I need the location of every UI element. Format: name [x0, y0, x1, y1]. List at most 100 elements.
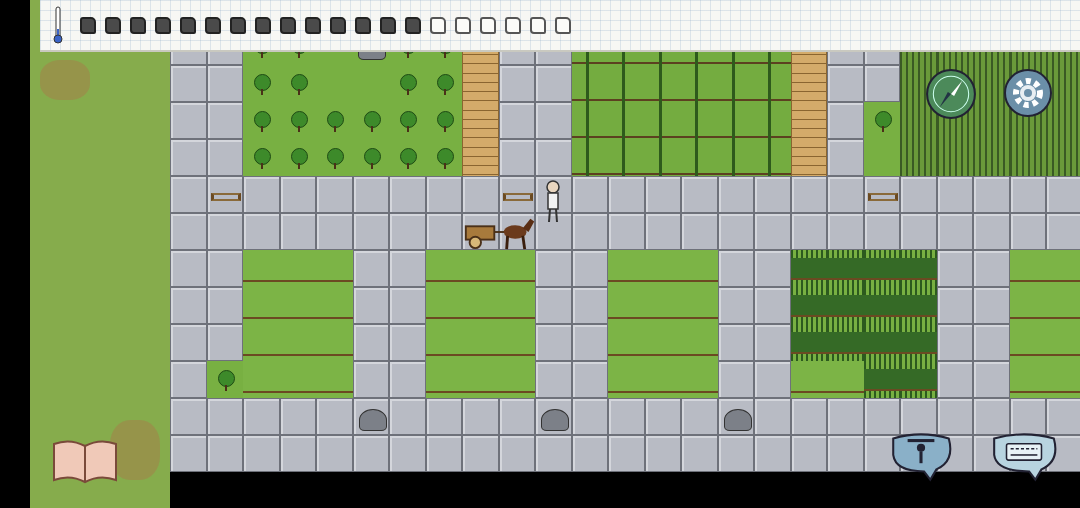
- stone-tile[interactable]: [973, 250, 1010, 287]
- wheat-tile[interactable]: [900, 139, 937, 176]
- brick-tile[interactable]: [791, 139, 828, 176]
- tilled-tile[interactable]: [499, 361, 536, 398]
- stone-tile[interactable]: [973, 398, 1010, 435]
- stone-tile[interactable]: [754, 176, 791, 213]
- stone-tile[interactable]: [572, 398, 609, 435]
- stone-tile[interactable]: [645, 176, 682, 213]
- stone-tile[interactable]: [243, 213, 280, 250]
- player-character-icon[interactable]: [541, 180, 565, 224]
- stone-tile[interactable]: [791, 398, 828, 435]
- stone-tile[interactable]: [170, 287, 207, 324]
- tilled-tile[interactable]: [645, 361, 682, 398]
- tilled-tile[interactable]: [499, 250, 536, 287]
- stone-tile[interactable]: [389, 176, 426, 213]
- stone-tile[interactable]: [462, 398, 499, 435]
- brick-tile[interactable]: [462, 139, 499, 176]
- fence-tile[interactable]: [864, 176, 901, 213]
- wheat-tile[interactable]: [1010, 139, 1047, 176]
- wheat-row-tile[interactable]: [791, 250, 828, 287]
- stone-tile[interactable]: [864, 398, 901, 435]
- wheat-tile[interactable]: [973, 139, 1010, 176]
- stone-tile[interactable]: [207, 139, 244, 176]
- stone-tile[interactable]: [353, 250, 390, 287]
- stone-tile[interactable]: [535, 361, 572, 398]
- stone-tile[interactable]: [207, 435, 244, 472]
- stone-tile[interactable]: [535, 287, 572, 324]
- bush-tile[interactable]: [353, 139, 390, 176]
- stone-tile[interactable]: [572, 435, 609, 472]
- corn-tile[interactable]: [608, 139, 645, 176]
- stone-tile[interactable]: [280, 213, 317, 250]
- bush-tile[interactable]: [426, 102, 463, 139]
- stone-tile[interactable]: [718, 435, 755, 472]
- wheat-row-tile[interactable]: [900, 287, 937, 324]
- stone-tile[interactable]: [353, 287, 390, 324]
- stone-tile[interactable]: [426, 213, 463, 250]
- stone-tile[interactable]: [718, 324, 755, 361]
- grass-tile[interactable]: [316, 65, 353, 102]
- stone-tile[interactable]: [827, 435, 864, 472]
- stone-tile[interactable]: [937, 398, 974, 435]
- tech-book-icon[interactable]: [50, 436, 120, 486]
- tilled-tile[interactable]: [1010, 361, 1047, 398]
- brick-tile[interactable]: [791, 65, 828, 102]
- stone-tile[interactable]: [535, 139, 572, 176]
- stone-tile[interactable]: [170, 250, 207, 287]
- tilled-tile[interactable]: [316, 324, 353, 361]
- stone-tile[interactable]: [937, 250, 974, 287]
- stone-tile[interactable]: [353, 324, 390, 361]
- compass-icon[interactable]: [925, 68, 977, 120]
- corn-tile[interactable]: [645, 102, 682, 139]
- stone-tile[interactable]: [572, 250, 609, 287]
- stone-tile[interactable]: [572, 213, 609, 250]
- stone-tile[interactable]: [353, 435, 390, 472]
- corn-tile[interactable]: [681, 102, 718, 139]
- tilled-tile[interactable]: [243, 324, 280, 361]
- stone-tile[interactable]: [827, 176, 864, 213]
- wheat-row-tile[interactable]: [900, 324, 937, 361]
- stone-tile[interactable]: [535, 102, 572, 139]
- stone-tile[interactable]: [207, 324, 244, 361]
- stone-tile[interactable]: [207, 250, 244, 287]
- bush-tile[interactable]: [426, 139, 463, 176]
- stone-tile[interactable]: [499, 65, 536, 102]
- tilled-tile[interactable]: [316, 361, 353, 398]
- stone-tile[interactable]: [900, 398, 937, 435]
- stone-tile[interactable]: [462, 176, 499, 213]
- bush-tile[interactable]: [389, 139, 426, 176]
- wheat-row-tile[interactable]: [827, 250, 864, 287]
- tilled-tile[interactable]: [426, 287, 463, 324]
- stone-tile[interactable]: [973, 324, 1010, 361]
- tilled-tile[interactable]: [608, 287, 645, 324]
- stone-tile[interactable]: [1010, 213, 1047, 250]
- stone-tile[interactable]: [608, 176, 645, 213]
- stone-tile[interactable]: [426, 435, 463, 472]
- stone-tile[interactable]: [499, 435, 536, 472]
- bush-tile[interactable]: [280, 102, 317, 139]
- stone-tile[interactable]: [207, 65, 244, 102]
- corn-tile[interactable]: [572, 139, 609, 176]
- corn-tile[interactable]: [754, 139, 791, 176]
- grass-tile[interactable]: [864, 139, 901, 176]
- stone-tile[interactable]: [645, 398, 682, 435]
- stone-tile[interactable]: [389, 287, 426, 324]
- tilled-tile[interactable]: [791, 361, 828, 398]
- stone-tile[interactable]: [718, 176, 755, 213]
- tilled-tile[interactable]: [243, 287, 280, 324]
- stone-tile[interactable]: [207, 287, 244, 324]
- corn-tile[interactable]: [754, 65, 791, 102]
- bush-tile[interactable]: [389, 65, 426, 102]
- stone-tile[interactable]: [280, 435, 317, 472]
- brick-tile[interactable]: [462, 65, 499, 102]
- stone-tile[interactable]: [170, 176, 207, 213]
- stone-tile[interactable]: [389, 398, 426, 435]
- tilled-tile[interactable]: [1046, 324, 1080, 361]
- wheat-row-tile[interactable]: [791, 287, 828, 324]
- tilled-tile[interactable]: [645, 287, 682, 324]
- tilled-tile[interactable]: [827, 361, 864, 398]
- stone-tile[interactable]: [535, 250, 572, 287]
- bush-tile[interactable]: [864, 102, 901, 139]
- wheat-row-tile[interactable]: [864, 361, 901, 398]
- stone-boulder-tile[interactable]: [353, 398, 390, 435]
- tilled-tile[interactable]: [499, 324, 536, 361]
